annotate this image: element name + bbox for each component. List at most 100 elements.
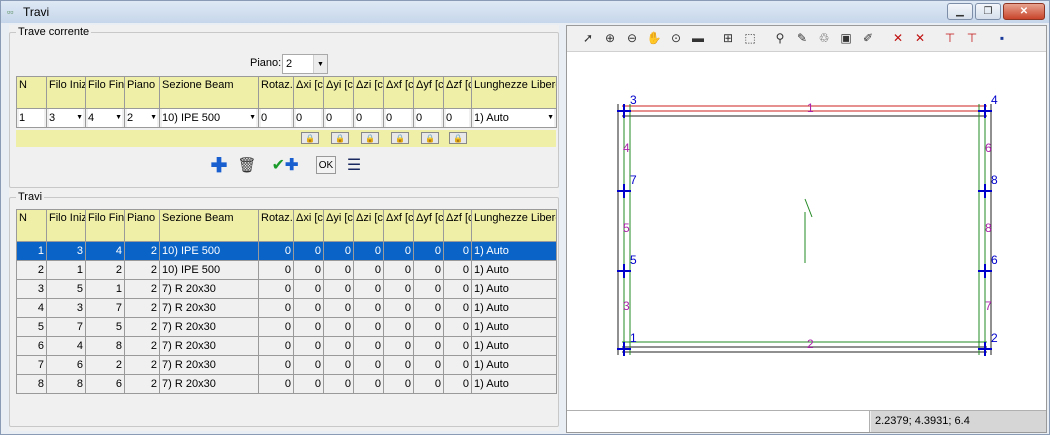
table-cell[interactable]: 7) R 20x30 (159, 355, 259, 375)
table-cell[interactable]: 0 (383, 279, 414, 299)
maximize-button[interactable]: ❐ (975, 3, 1001, 20)
rotaz-input[interactable]: 0 (258, 108, 294, 128)
table-cell[interactable]: 7) R 20x30 (159, 336, 259, 356)
table-cell[interactable]: 2 (16, 260, 47, 280)
node-5[interactable] (617, 264, 631, 278)
table-cell[interactable]: 0 (353, 241, 384, 261)
beam-icon[interactable]: ⊤ (941, 29, 959, 47)
table-cell[interactable]: 0 (293, 317, 324, 337)
ok-button[interactable]: OK (316, 156, 336, 174)
table-cell[interactable]: 0 (383, 298, 414, 318)
table-cell[interactable]: 2 (124, 336, 160, 356)
filo-iniziale-select[interactable]: 3 ▼ (46, 108, 86, 128)
table-cell[interactable]: 0 (323, 260, 354, 280)
table-cell[interactable]: 0 (383, 336, 414, 356)
zoom-in-icon[interactable]: ⊕ (601, 29, 619, 47)
table-cell[interactable]: 8 (85, 336, 125, 356)
table-cell[interactable]: 0 (323, 355, 354, 375)
table-cell[interactable]: 0 (443, 317, 472, 337)
table-cell[interactable]: 2 (124, 317, 160, 337)
dyi-input[interactable]: 0 (323, 108, 354, 128)
ini-icon[interactable]: ✕ (889, 29, 907, 47)
table-cell[interactable]: 1 (46, 260, 86, 280)
table-cell[interactable]: 0 (258, 241, 294, 261)
list-view-icon[interactable]: ☰ (343, 154, 365, 176)
table-cell[interactable]: 0 (443, 298, 472, 318)
table-cell[interactable]: 4 (85, 241, 125, 261)
delete-button[interactable]: 🗑 (236, 154, 258, 176)
dzf-input[interactable]: 0 (443, 108, 472, 128)
close-button[interactable]: ✕ (1003, 3, 1045, 20)
table-row[interactable]: 4 3 7 2 7) R 20x30 0 0 0 0 0 0 0 1) Auto (16, 298, 557, 318)
node-1[interactable] (617, 342, 631, 356)
table-cell[interactable]: 0 (383, 374, 414, 394)
table-cell[interactable]: 8 (16, 374, 47, 394)
table-cell[interactable]: 0 (353, 260, 384, 280)
dyf-input[interactable]: 0 (413, 108, 444, 128)
table-row[interactable]: 8 8 6 2 7) R 20x30 0 0 0 0 0 0 0 1) Auto (16, 374, 557, 394)
table-cell[interactable]: 0 (353, 317, 384, 337)
table-cell[interactable]: 3 (46, 241, 86, 261)
table-cell[interactable]: 6 (16, 336, 47, 356)
paint-icon[interactable]: ✎ (793, 29, 811, 47)
beam-drawing-canvas[interactable]: 3 4 7 8 5 6 1 2 1 2 4 5 3 6 8 7 (567, 52, 1046, 412)
table-cell[interactable]: 0 (293, 279, 324, 299)
table-cell[interactable]: 7 (16, 355, 47, 375)
table-cell[interactable]: 5 (46, 279, 86, 299)
table-cell[interactable]: 8 (46, 374, 86, 394)
pan-icon[interactable]: ✋ (645, 29, 663, 47)
table-cell[interactable]: 3 (46, 298, 86, 318)
table-cell[interactable]: 0 (353, 298, 384, 318)
table-cell[interactable]: 7) R 20x30 (159, 374, 259, 394)
table-cell[interactable]: 1) Auto (471, 374, 557, 394)
beam-alt-icon[interactable]: ⊤ (963, 29, 981, 47)
table-cell[interactable]: 0 (353, 336, 384, 356)
table-cell[interactable]: 0 (293, 298, 324, 318)
lock-dxi-icon[interactable]: 🔒 (301, 132, 319, 144)
cell-n[interactable]: 1 (16, 108, 47, 128)
dxf-input[interactable]: 0 (383, 108, 414, 128)
table-cell[interactable]: 0 (443, 279, 472, 299)
piano-select[interactable]: 2 ▼ (282, 54, 328, 74)
table-cell[interactable]: 0 (323, 374, 354, 394)
table-cell[interactable]: 0 (413, 260, 444, 280)
zoom-extents-icon[interactable]: ⊞ (719, 29, 737, 47)
table-cell[interactable]: 3 (16, 279, 47, 299)
table-cell[interactable]: 0 (323, 241, 354, 261)
node-icon[interactable]: ⚲ (771, 29, 789, 47)
table-cell[interactable]: 0 (258, 279, 294, 299)
minimize-button[interactable]: ▁ (947, 3, 973, 20)
refresh-icon[interactable]: ♲ (815, 29, 833, 47)
zoom-window-icon[interactable]: ⊙ (667, 29, 685, 47)
table-cell[interactable]: 2 (124, 241, 160, 261)
table-cell[interactable]: 2 (124, 279, 160, 299)
table-cell[interactable]: 1) Auto (471, 298, 557, 318)
table-cell[interactable]: 0 (323, 298, 354, 318)
measure-icon[interactable]: ▬ (689, 29, 707, 47)
table-cell[interactable]: 6 (46, 355, 86, 375)
table-cell[interactable]: 0 (258, 317, 294, 337)
lock-dzf-icon[interactable]: 🔒 (449, 132, 467, 144)
table-cell[interactable]: 2 (85, 355, 125, 375)
node-7[interactable] (617, 184, 631, 198)
table-cell[interactable]: 10) IPE 500 (159, 241, 259, 261)
table-cell[interactable]: 6 (85, 374, 125, 394)
table-cell[interactable]: 0 (383, 355, 414, 375)
table-cell[interactable]: 0 (293, 374, 324, 394)
table-cell[interactable]: 0 (413, 241, 444, 261)
add-beam-button[interactable]: ✚ (208, 154, 230, 177)
table-cell[interactable]: 0 (258, 260, 294, 280)
brush-icon[interactable]: ✐ (859, 29, 877, 47)
table-cell[interactable]: 1) Auto (471, 317, 557, 337)
table-cell[interactable]: 0 (413, 355, 444, 375)
table-cell[interactable]: 2 (124, 355, 160, 375)
save-icon[interactable]: ▪ (993, 29, 1011, 47)
table-row[interactable]: 1 3 4 2 10) IPE 500 0 0 0 0 0 0 0 1) Auto (16, 241, 557, 261)
table-cell[interactable]: 0 (323, 317, 354, 337)
table-cell[interactable]: 1 (85, 279, 125, 299)
table-cell[interactable]: 0 (413, 374, 444, 394)
table-row[interactable]: 3 5 1 2 7) R 20x30 0 0 0 0 0 0 0 1) Auto (16, 279, 557, 299)
table-cell[interactable]: 0 (443, 336, 472, 356)
fin-icon[interactable]: ✕ (911, 29, 929, 47)
table-cell[interactable]: 0 (258, 355, 294, 375)
